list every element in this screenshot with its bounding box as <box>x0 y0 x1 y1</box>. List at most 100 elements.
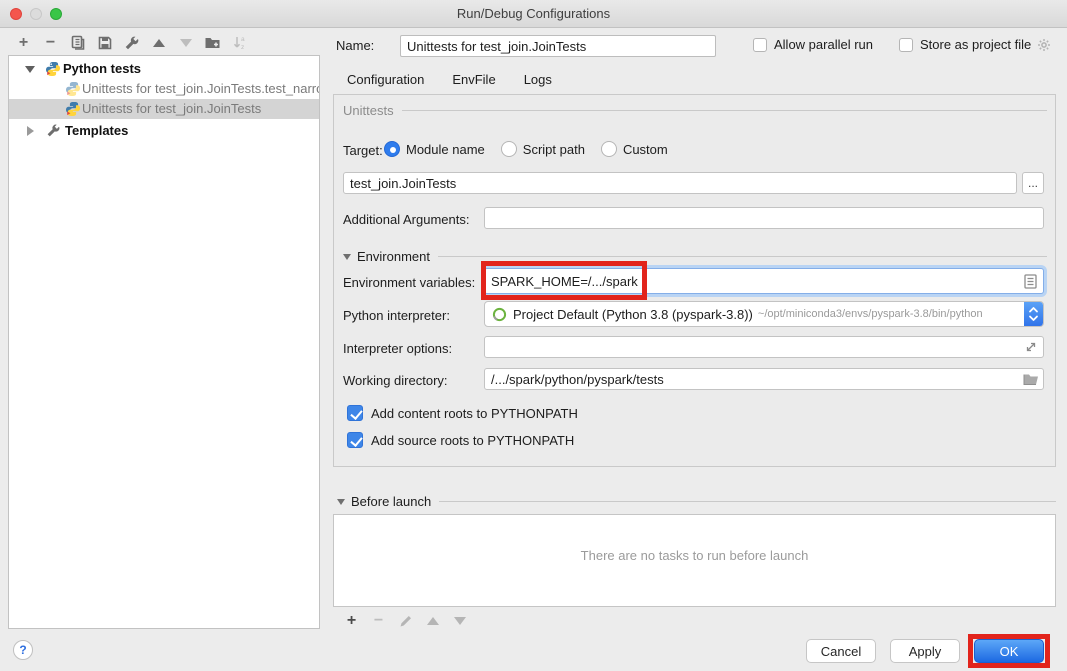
radio-label: Custom <box>623 142 668 157</box>
before-launch-task-list[interactable]: There are no tasks to run before launch <box>333 514 1056 607</box>
apply-button[interactable]: Apply <box>890 639 960 663</box>
checkbox-label: Allow parallel run <box>774 37 873 52</box>
edit-task-button[interactable] <box>392 611 419 631</box>
name-input[interactable] <box>400 35 716 57</box>
copy-icon <box>70 35 86 51</box>
checkbox-checked-icon <box>347 432 363 448</box>
tree-item-templates[interactable]: Templates <box>9 121 319 141</box>
tree-item-unittests-test-narrow[interactable]: Unittests for test_join.JoinTests.test_n… <box>9 79 319 99</box>
minus-icon: − <box>374 613 383 629</box>
move-task-down-button[interactable] <box>446 611 473 631</box>
plus-icon: + <box>19 35 28 51</box>
environment-variables-label: Environment variables: <box>343 275 475 290</box>
tree-item-label: Templates <box>65 121 128 141</box>
group-title: Unittests <box>343 103 394 118</box>
svg-text:z: z <box>241 44 244 51</box>
python-test-icon <box>65 81 81 97</box>
title-bar: Run/Debug Configurations <box>0 0 1067 28</box>
help-button[interactable]: ? <box>13 640 33 660</box>
sort-configurations-button[interactable]: az <box>226 33 253 53</box>
folder-icon[interactable] <box>1023 372 1039 386</box>
allow-parallel-run-checkbox[interactable]: Allow parallel run <box>753 37 873 52</box>
python-interpreter-select[interactable]: Project Default (Python 3.8 (pyspark-3.8… <box>484 301 1044 327</box>
module-name-input[interactable] <box>343 172 1017 194</box>
cancel-button[interactable]: Cancel <box>806 639 876 663</box>
group-title: Environment <box>357 249 430 264</box>
checkbox-checked-icon <box>347 405 363 421</box>
before-launch-empty-text: There are no tasks to run before launch <box>334 548 1055 563</box>
radio-script-path[interactable]: Script path <box>501 141 585 157</box>
move-down-button[interactable] <box>172 33 199 53</box>
chevron-down-icon[interactable] <box>25 66 35 73</box>
checkbox-unchecked-icon <box>899 38 913 52</box>
interpreter-options-label: Interpreter options: <box>343 341 452 356</box>
add-configuration-button[interactable]: + <box>10 33 37 53</box>
arrow-up-icon <box>153 39 165 47</box>
remove-configuration-button[interactable]: − <box>37 33 64 53</box>
python-test-icon <box>65 101 81 117</box>
radio-custom[interactable]: Custom <box>601 141 668 157</box>
radio-label: Script path <box>523 142 585 157</box>
working-directory-label: Working directory: <box>343 373 448 388</box>
plus-icon: + <box>347 613 356 629</box>
target-label: Target: <box>343 143 383 158</box>
minus-icon: − <box>46 35 55 51</box>
browse-env-vars-icon[interactable] <box>1024 274 1037 289</box>
before-launch-header[interactable]: Before launch <box>337 494 1056 509</box>
checkbox-label: Store as project file <box>920 37 1031 52</box>
group-title: Before launch <box>351 494 431 509</box>
radio-icon <box>501 141 517 157</box>
move-task-up-button[interactable] <box>419 611 446 631</box>
additional-arguments-input[interactable] <box>484 207 1044 229</box>
edit-templates-button[interactable] <box>118 33 145 53</box>
target-radio-group: Module name Script path Custom <box>384 141 684 157</box>
tree-item-python-tests[interactable]: Python tests <box>9 59 319 79</box>
radio-module-name[interactable]: Module name <box>384 141 485 157</box>
conda-environment-icon <box>492 307 507 322</box>
interpreter-path: ~/opt/miniconda3/envs/pyspark-3.8/bin/py… <box>758 308 983 320</box>
save-configuration-button[interactable] <box>91 33 118 53</box>
environment-variables-input[interactable]: SPARK_HOME=/.../spark <box>484 268 1044 294</box>
env-vars-value: SPARK_HOME=/.../spark <box>491 274 638 289</box>
save-icon <box>97 35 113 51</box>
window-title: Run/Debug Configurations <box>0 0 1067 28</box>
interpreter-options-input[interactable] <box>484 336 1044 358</box>
name-label: Name: <box>336 38 374 53</box>
collapse-triangle-icon[interactable] <box>337 499 345 505</box>
arrow-up-icon <box>427 617 439 625</box>
gear-icon[interactable] <box>1037 38 1051 52</box>
tree-item-label: Unittests for test_join.JoinTests <box>82 99 261 119</box>
expand-field-icon[interactable] <box>1024 340 1038 354</box>
configurations-tree: Python tests Unittests for test_join.Joi… <box>8 55 320 629</box>
environment-group-header[interactable]: Environment <box>343 249 1047 264</box>
working-directory-input[interactable] <box>484 368 1044 390</box>
python-tests-icon <box>45 61 61 77</box>
create-folder-button[interactable] <box>199 33 226 53</box>
additional-arguments-label: Additional Arguments: <box>343 212 469 227</box>
add-source-roots-checkbox[interactable]: Add source roots to PYTHONPATH <box>347 432 574 448</box>
pencil-icon <box>399 614 413 628</box>
collapse-triangle-icon[interactable] <box>343 254 351 260</box>
move-up-button[interactable] <box>145 33 172 53</box>
chevron-right-icon[interactable] <box>27 126 34 136</box>
checkbox-label: Add source roots to PYTHONPATH <box>371 433 574 448</box>
new-folder-icon <box>204 35 221 51</box>
sort-alpha-icon: az <box>232 35 248 51</box>
checkbox-unchecked-icon <box>753 38 767 52</box>
configurations-toolbar: + − az <box>10 33 253 53</box>
before-launch-toolbar: + − <box>338 611 473 631</box>
arrow-down-icon <box>454 617 466 625</box>
browse-button[interactable]: ... <box>1022 172 1044 194</box>
radio-selected-icon <box>384 141 400 157</box>
add-content-roots-checkbox[interactable]: Add content roots to PYTHONPATH <box>347 405 578 421</box>
ok-button[interactable]: OK <box>974 639 1044 663</box>
combo-stepper-icon[interactable] <box>1024 301 1043 327</box>
templates-wrench-icon <box>46 123 62 139</box>
copy-configuration-button[interactable] <box>64 33 91 53</box>
add-task-button[interactable]: + <box>338 611 365 631</box>
tree-item-label: Unittests for test_join.JoinTests.test_n… <box>82 79 320 99</box>
radio-icon <box>601 141 617 157</box>
tree-item-unittests-jointests[interactable]: Unittests for test_join.JoinTests <box>9 99 319 119</box>
store-as-project-file-checkbox[interactable]: Store as project file <box>899 37 1051 52</box>
remove-task-button[interactable]: − <box>365 611 392 631</box>
